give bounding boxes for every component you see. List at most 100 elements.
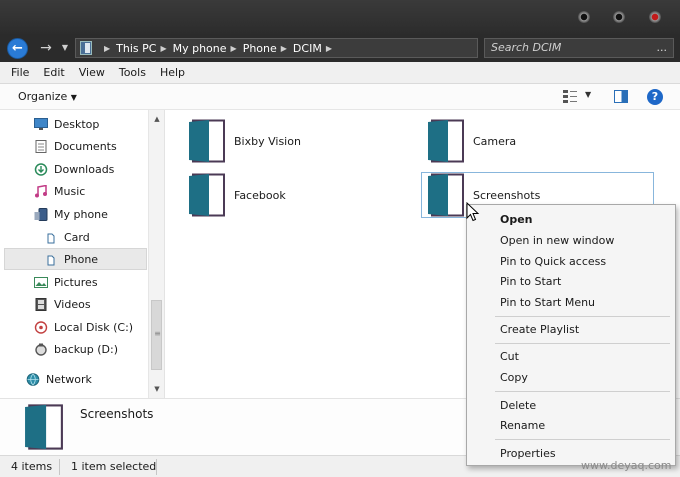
help-icon[interactable]: ? (647, 89, 663, 105)
desktop-icon (34, 117, 48, 130)
context-create-playlist[interactable]: Create Playlist (500, 323, 579, 336)
menu-separator (495, 316, 670, 317)
folder-icon (25, 404, 63, 450)
title-bar (0, 0, 680, 34)
scroll-down-arrow-icon[interactable]: ▼ (149, 382, 165, 396)
context-copy[interactable]: Copy (500, 371, 528, 384)
breadcrumb-phone[interactable]: Phone (243, 42, 277, 55)
breadcrumb-my-phone[interactable]: My phone (173, 42, 227, 55)
nav-item-label: Pictures (54, 275, 98, 289)
chevron-right-icon[interactable]: ▶ (231, 44, 237, 53)
downloads-icon (34, 162, 48, 176)
backup-drive-icon (35, 343, 47, 356)
menu-separator (495, 391, 670, 392)
nav-item-network[interactable]: Network (4, 368, 147, 390)
menu-tools[interactable]: Tools (112, 66, 153, 79)
breadcrumb-dcim[interactable]: DCIM (293, 42, 322, 55)
breadcrumb-this-pc[interactable]: This PC (116, 42, 156, 55)
close-button[interactable] (649, 11, 661, 23)
menu-separator (495, 439, 670, 440)
context-open[interactable]: Open (500, 213, 533, 226)
chevron-down-icon: ▼ (70, 93, 77, 102)
address-row: ← → ▼ ▶ This PC ▶ My phone ▶ Phone ▶ DCI… (0, 34, 680, 62)
folder-icon (428, 173, 464, 217)
documents-icon (35, 139, 47, 153)
forward-button[interactable]: → (37, 38, 55, 58)
context-open-new-window[interactable]: Open in new window (500, 234, 614, 247)
folder-camera[interactable]: Camera (405, 118, 636, 164)
menu-help[interactable]: Help (153, 66, 192, 79)
nav-item-label: Desktop (54, 117, 100, 131)
recent-locations-button[interactable]: ▼ (60, 40, 70, 56)
phone-storage-icon (47, 255, 55, 265)
nav-item-phone[interactable]: Phone (4, 248, 147, 270)
videos-icon (35, 297, 47, 311)
scroll-up-arrow-icon[interactable]: ▲ (149, 112, 165, 126)
nav-item-label: Local Disk (C:) (54, 320, 134, 334)
change-view-icon[interactable] (563, 90, 577, 103)
nav-item-label: Documents (54, 139, 117, 153)
minimize-button[interactable] (578, 11, 590, 23)
folder-facebook[interactable]: Facebook (166, 172, 397, 218)
folder-icon (189, 119, 225, 163)
nav-item-label: Videos (54, 297, 91, 311)
grip-icon: ≡ (154, 329, 161, 338)
folder-label: Facebook (234, 188, 286, 202)
context-cut[interactable]: Cut (500, 350, 519, 363)
selection-count: 1 item selected (71, 460, 157, 473)
search-options-icon[interactable]: ... (657, 39, 668, 57)
arrow-left-icon: ← (12, 41, 23, 56)
network-icon (26, 372, 40, 386)
arrow-right-icon: → (40, 40, 52, 56)
folder-label: Camera (473, 134, 517, 148)
search-placeholder: Search DCIM (491, 41, 562, 54)
address-bar[interactable]: ▶ This PC ▶ My phone ▶ Phone ▶ DCIM ▶ (75, 38, 478, 58)
nav-item-desktop[interactable]: Desktop (4, 113, 147, 135)
nav-item-label: My phone (54, 207, 108, 221)
nav-item-documents[interactable]: Documents (4, 135, 147, 157)
details-title: Screenshots (80, 407, 154, 421)
organize-label: Organize (18, 90, 68, 103)
nav-item-my-phone[interactable]: My phone (4, 203, 147, 225)
nav-item-label: Downloads (54, 162, 115, 176)
organize-button[interactable]: Organize ▼ (18, 90, 77, 103)
mouse-cursor-icon (466, 202, 480, 222)
view-options-dropdown[interactable]: ▼ (585, 90, 591, 99)
chevron-right-icon[interactable]: ▶ (160, 44, 166, 53)
search-input[interactable]: Search DCIM ... (484, 38, 674, 58)
nav-item-local-disk[interactable]: Local Disk (C:) (4, 316, 147, 338)
folder-bixby-vision[interactable]: Bixby Vision (166, 118, 397, 164)
drive-icon (80, 41, 92, 55)
navigation-pane: Desktop Documents Downloads Music My pho… (0, 110, 165, 398)
preview-pane-icon[interactable] (614, 90, 628, 103)
context-pin-start[interactable]: Pin to Start (500, 275, 561, 288)
nav-item-downloads[interactable]: Downloads (4, 158, 147, 180)
nav-item-label: Network (46, 372, 92, 386)
folder-label: Bixby Vision (234, 134, 301, 148)
context-delete[interactable]: Delete (500, 399, 536, 412)
context-rename[interactable]: Rename (500, 419, 545, 432)
chevron-right-icon[interactable]: ▶ (281, 44, 287, 53)
scroll-thumb[interactable]: ≡ (151, 300, 162, 370)
context-pin-quick-access[interactable]: Pin to Quick access (500, 255, 606, 268)
nav-item-pictures[interactable]: Pictures (4, 271, 147, 293)
menu-view[interactable]: View (72, 66, 112, 79)
context-menu: Open Open in new window Pin to Quick acc… (466, 204, 676, 466)
maximize-button[interactable] (613, 11, 625, 23)
menu-edit[interactable]: Edit (36, 66, 71, 79)
nav-item-card[interactable]: Card (4, 226, 147, 248)
menu-file[interactable]: File (4, 66, 36, 79)
watermark: www.deyaq.com (581, 459, 672, 472)
context-pin-start-menu[interactable]: Pin to Start Menu (500, 296, 595, 309)
nav-scrollbar[interactable]: ▲ ≡ ▼ (148, 110, 164, 398)
nav-item-videos[interactable]: Videos (4, 293, 147, 315)
chevron-right-icon[interactable]: ▶ (326, 44, 332, 53)
item-count: 4 items (11, 460, 53, 473)
folder-icon (428, 119, 464, 163)
context-properties[interactable]: Properties (500, 447, 556, 460)
nav-item-music[interactable]: Music (4, 180, 147, 202)
folder-label: Screenshots (473, 188, 541, 202)
nav-item-backup[interactable]: backup (D:) (4, 338, 147, 360)
nav-item-label: Phone (64, 252, 99, 266)
back-button[interactable]: ← (7, 38, 28, 59)
